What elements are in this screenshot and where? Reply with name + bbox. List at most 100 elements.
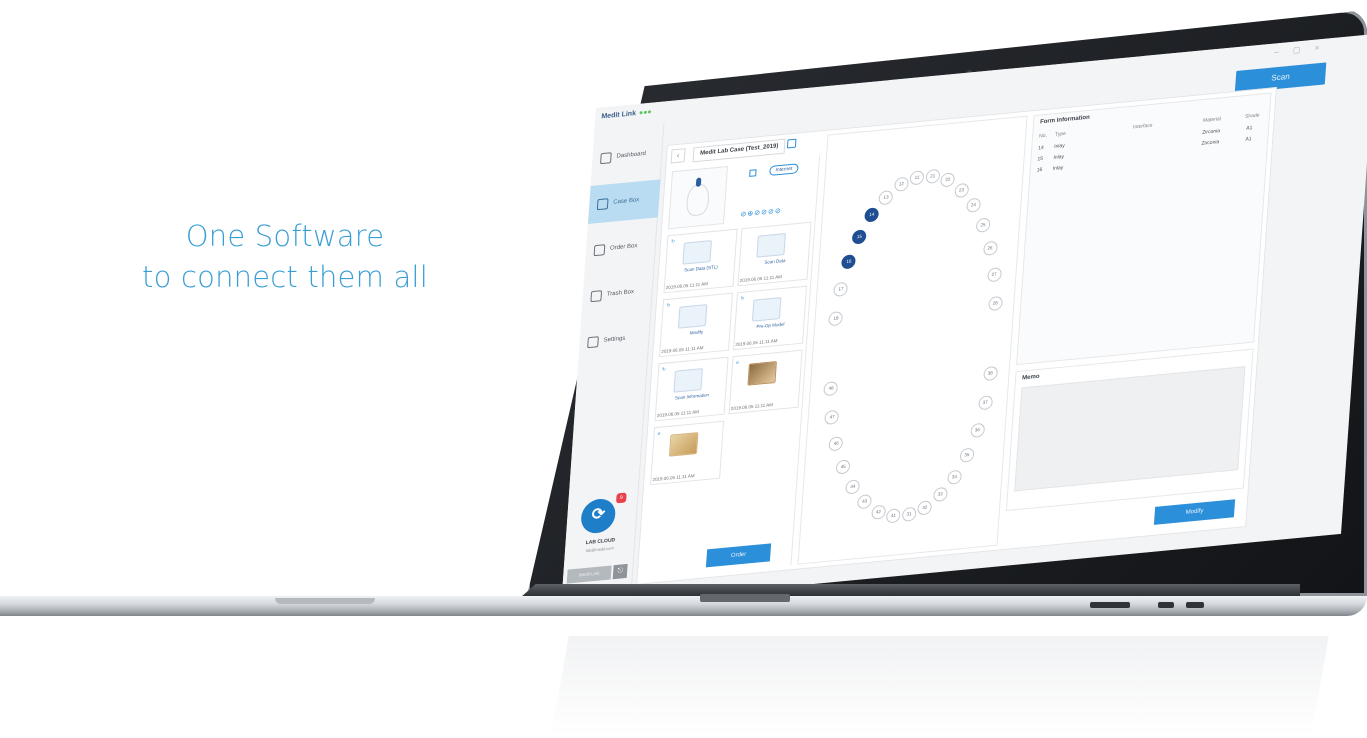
- form-information-panel: Form Information No. Type Interface Mate…: [1016, 92, 1272, 366]
- column-header-interface: Interface: [1132, 122, 1153, 131]
- case-detail: ‹ Medit Lab Case (Test_2019) Internet ⊘⊕…: [636, 87, 1277, 585]
- order-button[interactable]: Order: [705, 543, 772, 568]
- sidebar-item-label: Trash Box: [606, 289, 635, 298]
- tooth-46[interactable]: 46: [828, 435, 844, 452]
- tooth-12[interactable]: 12: [893, 177, 909, 193]
- app-window: Medit Link ●●● – ▢ × Scan Dashboard Case …: [561, 37, 1336, 608]
- status-dots-icon: ●●●: [638, 108, 652, 117]
- tooth-22[interactable]: 22: [940, 172, 956, 188]
- photo-thumbnail: [747, 361, 777, 386]
- sidebar-item-label: Case Box: [613, 197, 640, 206]
- tooth-17[interactable]: 17: [833, 282, 849, 298]
- file-tag: ↻: [740, 295, 745, 301]
- file-panel: Internet ⊘⊕⊘⊘⊘⊘ ↻ Scan Data (STL) 2019.06…: [641, 155, 821, 580]
- tooth-23[interactable]: 23: [953, 182, 969, 198]
- tooth-37[interactable]: 37: [977, 394, 993, 411]
- sidebar-item-settings[interactable]: Settings: [578, 317, 651, 362]
- tooth-11[interactable]: 11: [909, 169, 925, 186]
- laptop-screen: Medit Link ●●● – ▢ × Scan Dashboard Case …: [561, 33, 1367, 608]
- edit-icon[interactable]: [786, 138, 797, 149]
- column-header-type: Type: [1054, 130, 1067, 138]
- tooth-16[interactable]: 16: [841, 254, 857, 270]
- memo-textarea[interactable]: [1014, 366, 1246, 492]
- row-shade: A1: [1245, 136, 1252, 143]
- file-thumbnail: [682, 240, 712, 265]
- internet-badge[interactable]: Internet: [769, 163, 799, 176]
- logout-icon[interactable]: ⎋: [612, 563, 628, 580]
- tooth-36[interactable]: 36: [969, 422, 985, 438]
- tagline-line-1: One Software: [185, 219, 385, 253]
- row-material: Zirconia: [1201, 139, 1220, 147]
- notification-badge[interactable]: 9: [616, 492, 627, 504]
- small-edit-icon[interactable]: [749, 169, 757, 177]
- dashboard-icon: [600, 151, 612, 164]
- modify-button[interactable]: Modify: [1153, 499, 1236, 525]
- tooth-45[interactable]: 45: [835, 459, 851, 475]
- file-label: Scan Data: [764, 257, 786, 265]
- sidebar-item-trash-box[interactable]: Trash Box: [581, 271, 654, 316]
- file-tag: ↻: [670, 238, 676, 244]
- row-type: Inlay: [1053, 153, 1065, 161]
- row-no: 15: [1037, 155, 1044, 163]
- port-icon: [1090, 602, 1130, 608]
- tooth-21[interactable]: 21: [925, 168, 941, 184]
- row-material: Zirconia: [1201, 128, 1221, 136]
- form-information-title: Form Information: [1039, 114, 1090, 126]
- laptop-hinge: [700, 594, 790, 602]
- window-controls[interactable]: – ▢ ×: [1274, 43, 1326, 57]
- row-no: 14: [1037, 144, 1044, 152]
- tooth-25[interactable]: 25: [975, 217, 991, 233]
- tooth-13[interactable]: 13: [878, 189, 894, 206]
- tooth-47[interactable]: 47: [824, 409, 840, 425]
- memo-title: Memo: [1021, 373, 1040, 382]
- laptop-reflection: [551, 636, 1329, 736]
- port-icon: [1158, 602, 1174, 608]
- tooth-34[interactable]: 34: [946, 469, 962, 485]
- row-type: Inlay: [1052, 164, 1064, 172]
- tooth-33[interactable]: 33: [932, 487, 948, 503]
- tagline-line-2: to connect them all: [142, 260, 428, 294]
- file-action-icons[interactable]: ⊘⊕⊘⊘⊘⊘: [740, 207, 782, 219]
- row-shade: A1: [1245, 125, 1253, 132]
- tooth-26[interactable]: 26: [982, 240, 998, 257]
- trash-box-icon: [590, 289, 603, 302]
- tooth-15[interactable]: 15: [851, 229, 867, 245]
- tooth-31[interactable]: 31: [901, 506, 917, 523]
- port-icon: [1186, 602, 1204, 608]
- file-label: Scan Data (STL): [684, 264, 718, 273]
- tooth-28[interactable]: 28: [987, 296, 1003, 312]
- file-label: Modify: [689, 329, 704, 336]
- file-thumbnail: [756, 233, 786, 258]
- sidebar-item-label: Settings: [603, 335, 626, 344]
- tooth-35[interactable]: 35: [959, 447, 975, 464]
- photo-thumbnail: [668, 432, 699, 457]
- file-label: Scan Information: [674, 392, 710, 401]
- tooth-14[interactable]: 14: [864, 207, 880, 223]
- sidebar-item-order-box[interactable]: Order Box: [585, 225, 658, 270]
- tooth-42[interactable]: 42: [870, 504, 886, 520]
- case-preview[interactable]: [667, 165, 729, 230]
- row-no: 16: [1036, 166, 1043, 174]
- tooth-41[interactable]: 41: [885, 508, 901, 524]
- sidebar-item-case-box[interactable]: Case Box: [587, 179, 661, 224]
- tooth-38[interactable]: 38: [982, 365, 998, 381]
- tooth-32[interactable]: 32: [917, 499, 933, 516]
- sidebar-item-dashboard[interactable]: Dashboard: [591, 133, 664, 178]
- cloud-logo-icon[interactable]: ⟳: [580, 497, 617, 535]
- back-button[interactable]: ‹: [670, 148, 686, 164]
- file-thumbnail: [677, 304, 708, 329]
- tooth-43[interactable]: 43: [857, 494, 873, 510]
- file-tag: ↻: [666, 302, 671, 308]
- tooth-24[interactable]: 24: [965, 197, 981, 213]
- medit-link-button[interactable]: Medit Link: [566, 565, 612, 584]
- jaw-outline-icon: [685, 182, 710, 217]
- tooth-18[interactable]: 18: [828, 311, 844, 327]
- app-logo: Medit Link ●●●: [601, 109, 652, 121]
- file-tag: ⌀: [735, 359, 740, 365]
- tooth-48[interactable]: 48: [823, 380, 839, 396]
- sidebar-item-label: Dashboard: [616, 150, 646, 160]
- column-header-no: No.: [1038, 132, 1048, 140]
- tooth-27[interactable]: 27: [986, 267, 1002, 283]
- tooth-44[interactable]: 44: [845, 479, 861, 495]
- app-title: Medit Link: [601, 110, 637, 121]
